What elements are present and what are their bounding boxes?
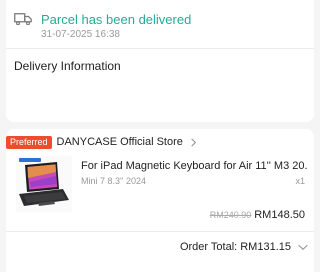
order-total-label: Order Total: bbox=[179, 241, 238, 253]
original-price: RM240.90 bbox=[209, 210, 252, 220]
product-title[interactable]: For iPad Magnetic Keyboard for Air 11'' … bbox=[81, 160, 307, 173]
delivery-timestamp: 31-07-2025 16:38 bbox=[41, 29, 120, 40]
price-row: RM240.90 RM148.50 bbox=[210, 209, 305, 221]
order-total-value: RM131.15 bbox=[240, 241, 291, 253]
preferred-badge: Preferred bbox=[6, 136, 52, 149]
chevron-right-icon[interactable] bbox=[189, 138, 198, 147]
product-variant: Mini 7 8.3'' 2024 bbox=[81, 176, 146, 186]
truck-icon bbox=[14, 13, 32, 25]
order-card: Preferred DANYCASE Official Store For iP… bbox=[6, 129, 314, 272]
divider bbox=[6, 231, 314, 232]
shop-header[interactable]: Preferred DANYCASE Official Store bbox=[6, 136, 198, 149]
chevron-down-icon[interactable] bbox=[298, 244, 308, 251]
delivery-status-card: Parcel has been delivered 31-07-2025 16:… bbox=[6, 0, 314, 122]
discounted-price: RM148.50 bbox=[254, 209, 305, 221]
order-total-row[interactable]: Order Total: RM131.15 bbox=[180, 241, 308, 253]
shop-name[interactable]: DANYCASE Official Store bbox=[57, 136, 183, 149]
divider bbox=[6, 48, 314, 49]
delivery-status-title: Parcel has been delivered bbox=[41, 12, 192, 27]
product-thumbnail[interactable] bbox=[16, 156, 72, 212]
product-quantity: x1 bbox=[295, 176, 305, 186]
delivery-status-row[interactable]: Parcel has been delivered 31-07-2025 16:… bbox=[14, 12, 191, 41]
delivery-information-heading[interactable]: Delivery Information bbox=[14, 59, 121, 73]
